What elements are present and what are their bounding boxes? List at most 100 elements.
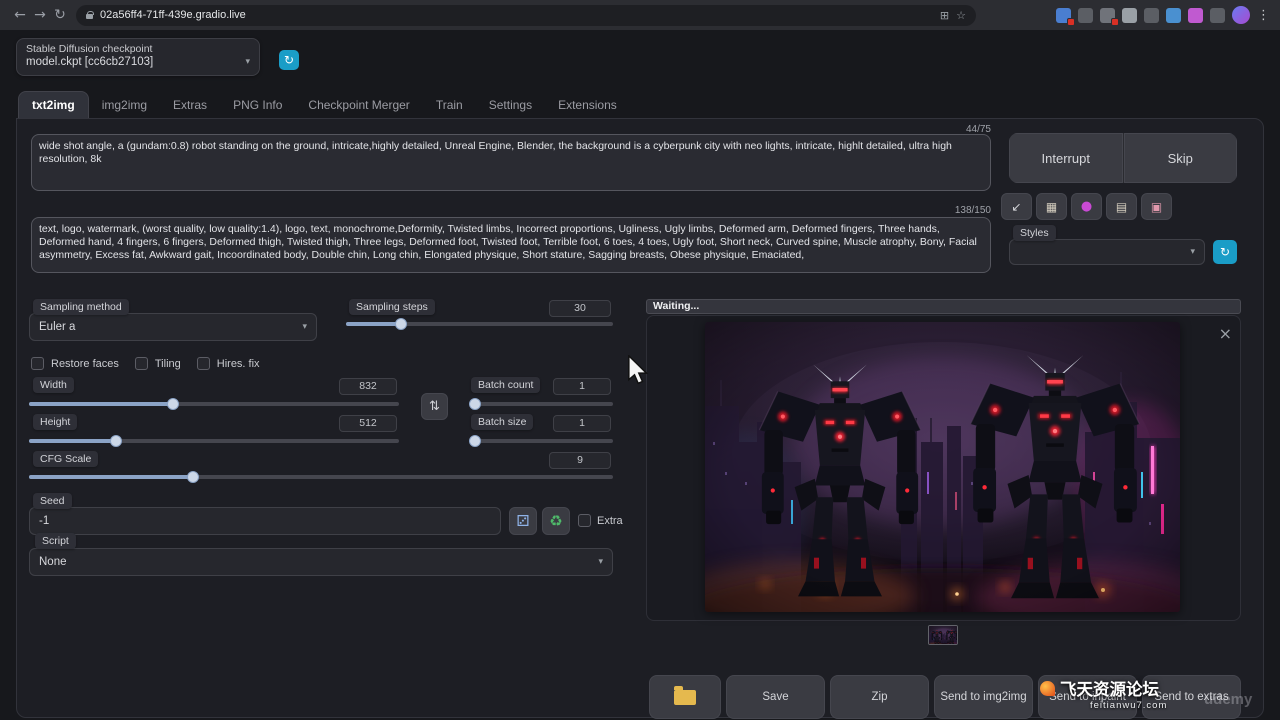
chevron-down-icon: ▾ [302,322,307,332]
height-slider[interactable] [29,435,399,447]
save-style-icon[interactable]: ▣ [1141,193,1172,220]
hires-fix-label: Hires. fix [217,358,260,370]
styles-dropdown[interactable]: ▾ [1009,239,1205,265]
cfg-scale-value[interactable]: 9 [549,452,611,469]
sampling-method-dropdown[interactable]: Euler a ▾ [29,313,317,341]
script-dropdown[interactable]: None ▾ [29,548,613,576]
extension-icon[interactable] [1144,8,1159,23]
install-app-icon[interactable]: ⊞ [940,9,949,22]
slider-thumb[interactable] [395,318,407,330]
extra-seed-checkbox[interactable] [578,514,591,527]
extension-icon[interactable] [1056,8,1071,23]
gallery-thumbnail[interactable] [928,625,958,645]
profile-avatar[interactable] [1232,6,1250,24]
extension-icon[interactable] [1078,8,1093,23]
cfg-scale-slider[interactable] [29,471,613,483]
back-icon[interactable]: ← [10,0,30,30]
batch-size-label: Batch size [471,414,533,430]
apply-style-icon[interactable]: ▤ [1106,193,1137,220]
send-to-inpaint-button[interactable]: Send to inpaint [1038,675,1137,719]
browser-extensions-area: ⋮ [1056,6,1270,24]
tab-png-info[interactable]: PNG Info [220,92,295,118]
checkpoint-selector[interactable]: Stable Diffusion checkpoint model.ckpt [… [16,38,260,76]
tab-settings[interactable]: Settings [476,92,545,118]
close-preview-icon[interactable]: × [1219,326,1232,342]
reload-icon[interactable]: ↻ [50,0,70,30]
slider-thumb[interactable] [469,398,481,410]
robots-artwork [705,322,1180,612]
height-value[interactable]: 512 [339,415,397,432]
extension-icon[interactable] [1210,8,1225,23]
slider-thumb[interactable] [167,398,179,410]
tab-checkpoint-merger[interactable]: Checkpoint Merger [295,92,422,118]
restore-faces-checkbox[interactable] [31,357,44,370]
batch-count-slider[interactable] [469,398,613,410]
seed-label: Seed [33,493,72,509]
browser-toolbar: ← → ↻ 02a56ff4-71ff-439e.gradio.live ⊞ ☆… [0,0,1280,30]
hires-fix-checkbox[interactable] [197,357,210,370]
width-value[interactable]: 832 [339,378,397,395]
browser-menu-icon[interactable]: ⋮ [1257,8,1270,23]
refresh-checkpoint-button[interactable]: ↻ [279,50,299,70]
styles-label: Styles [1013,225,1056,241]
address-bar[interactable]: 02a56ff4-71ff-439e.gradio.live ⊞ ☆ [76,5,976,26]
send-to-img2img-button[interactable]: Send to img2img [934,675,1033,719]
toggles-row: Restore faces Tiling Hires. fix [31,357,276,370]
extra-seed-label: Extra [597,515,623,527]
batch-size-value[interactable]: 1 [553,415,611,432]
sampling-method-label: Sampling method [33,299,129,315]
extension-badge [1111,18,1119,26]
extension-icon[interactable] [1188,8,1203,23]
batch-size-slider[interactable] [469,435,613,447]
zip-button[interactable]: Zip [830,675,929,719]
open-folder-button[interactable] [649,675,721,719]
swap-dimensions-button[interactable]: ⇅ [421,393,448,420]
batch-count-value[interactable]: 1 [553,378,611,395]
paste-params-icon[interactable]: ↙ [1001,193,1032,220]
extra-networks-icon[interactable]: ▦ [1036,193,1067,220]
send-to-extras-button[interactable]: Send to extras [1142,675,1241,719]
screen: ← → ↻ 02a56ff4-71ff-439e.gradio.live ⊞ ☆… [0,0,1280,720]
refresh-styles-button[interactable]: ↻ [1213,240,1237,264]
forward-icon[interactable]: → [30,0,50,30]
sampling-steps-slider[interactable] [346,318,613,330]
generation-controls: Interrupt Skip [1009,133,1237,183]
slider-fill [29,402,173,406]
script-label: Script [35,533,76,549]
extension-icon[interactable] [1166,8,1181,23]
slider-track [469,402,613,406]
extension-icon[interactable] [1100,8,1115,23]
interrupt-button[interactable]: Interrupt [1009,133,1123,183]
slider-fill [29,475,193,479]
main-tabs: txt2img img2img Extras PNG Info Checkpoi… [18,90,630,118]
random-seed-dice-icon[interactable]: ⚂ [509,507,537,535]
tiling-checkbox[interactable] [135,357,148,370]
seed-input[interactable] [29,507,501,535]
width-slider[interactable] [29,398,399,410]
prompt-input[interactable]: wide shot angle, a (gundam:0.8) robot st… [31,134,991,191]
gallery-thumbnail-art [929,626,958,645]
sampling-steps-value[interactable]: 30 [549,300,611,317]
bookmark-star-icon[interactable]: ☆ [956,9,966,22]
extension-icon[interactable] [1122,8,1137,23]
reuse-seed-icon[interactable]: ♻ [542,507,570,535]
sd-webui-app: Stable Diffusion checkpoint model.ckpt [… [0,30,1280,720]
tab-img2img[interactable]: img2img [89,92,160,118]
tab-txt2img[interactable]: txt2img [18,91,89,118]
tab-extensions[interactable]: Extensions [545,92,630,118]
slider-fill [29,439,116,443]
tab-train[interactable]: Train [423,92,476,118]
negative-prompt-input[interactable]: text, logo, watermark, (worst quality, l… [31,217,991,273]
generated-image-preview[interactable] [705,322,1180,612]
skip-button[interactable]: Skip [1124,133,1238,183]
style-palette-icon[interactable]: ● [1071,193,1102,220]
slider-track [469,439,613,443]
slider-thumb[interactable] [469,435,481,447]
chevron-down-icon: ▾ [245,57,250,67]
save-button[interactable]: Save [726,675,825,719]
tab-extras[interactable]: Extras [160,92,220,118]
checkpoint-value: model.ckpt [cc6cb27103] [26,56,153,68]
slider-thumb[interactable] [110,435,122,447]
progress-status: Waiting... [646,299,1241,314]
slider-thumb[interactable] [187,471,199,483]
